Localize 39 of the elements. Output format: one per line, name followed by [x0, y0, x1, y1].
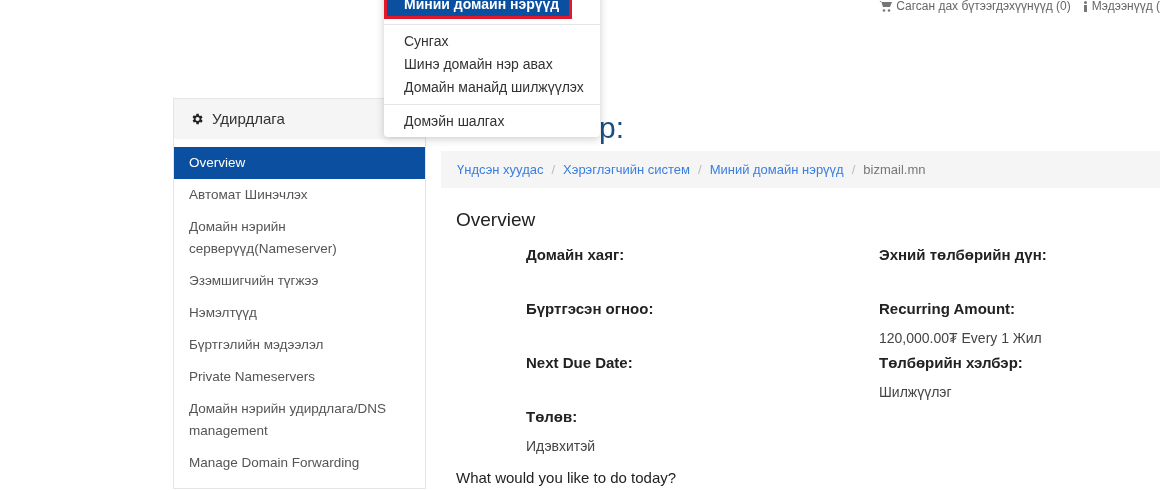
menu-item[interactable]: Домайн манайд шилжүүлэх	[384, 76, 600, 99]
field-label: Төлбөрийн хэлбэр:	[879, 352, 1024, 373]
field-label: Recurring Amount:	[879, 298, 1017, 319]
breadcrumb-link[interactable]: Үндсэн хуудас	[457, 159, 544, 180]
field-label: Төлөв:	[526, 406, 579, 427]
breadcrumb-current: bizmail.mn	[863, 160, 926, 179]
info-icon[interactable]	[1082, 0, 1088, 12]
field-label: Бүртгэсэн огноо:	[526, 298, 655, 319]
field-value: Шилжүүлэг	[879, 382, 953, 402]
field-value: 120,000.00₮ Every 1 Жил	[879, 328, 1043, 348]
sidebar-item[interactable]: Автомат Шинэчлэх	[174, 179, 425, 211]
field-label: Домайн хаяг:	[526, 244, 626, 265]
sidebar-item[interactable]: Домайн нэрийн серверүүд(Nameserver)	[174, 211, 425, 265]
breadcrumb-separator: /	[551, 160, 556, 179]
page-title: р:	[599, 110, 625, 146]
sidebar-item[interactable]: Эзэмшигчийн түгжээ	[174, 265, 425, 297]
field-label: Next Due Date:	[526, 352, 634, 373]
sidebar-item[interactable]: Нэмэлтүүд	[174, 297, 425, 329]
breadcrumb-separator: /	[698, 160, 702, 179]
sidebar-item[interactable]: Домайн нэрийн удирдлага/DNS management	[174, 393, 425, 447]
field-label: Эхний төлбөрийн дүн:	[879, 244, 1047, 265]
sidebar-item[interactable]: Бүртгэлийн мэдээлэл	[174, 329, 425, 361]
sidebar-item[interactable]: Overview	[174, 147, 425, 179]
field-value: Идэвхитэй	[526, 436, 597, 456]
menu-item[interactable]: Домэйн шалгах	[384, 110, 600, 133]
breadcrumb-link[interactable]: Миний домайн нэрүүд	[709, 159, 844, 180]
sidebar-item[interactable]: Private Nameservers	[174, 361, 425, 393]
news-link[interactable]: Мэдээнүүд (	[1091, 0, 1160, 15]
sidebar-item[interactable]: Manage Domain Forwarding	[174, 447, 425, 479]
question-text: What would you like to do today?	[456, 467, 678, 488]
cart-icon[interactable]	[879, 0, 893, 12]
settings-icon	[190, 112, 204, 126]
cart-link[interactable]: Сагсан дах бүтээгдэхүүнүүд (0)	[896, 0, 1071, 15]
menu-item[interactable]: Сунгах	[384, 30, 600, 53]
sidebar-title: Удирдлага	[212, 108, 285, 129]
section-heading: Overview	[456, 208, 537, 232]
breadcrumb-link[interactable]: Хэрэглэгчийн систем	[563, 159, 690, 180]
menu-item[interactable]: Шинэ домайн нэр авах	[384, 53, 600, 76]
breadcrumb-separator: /	[851, 160, 856, 179]
